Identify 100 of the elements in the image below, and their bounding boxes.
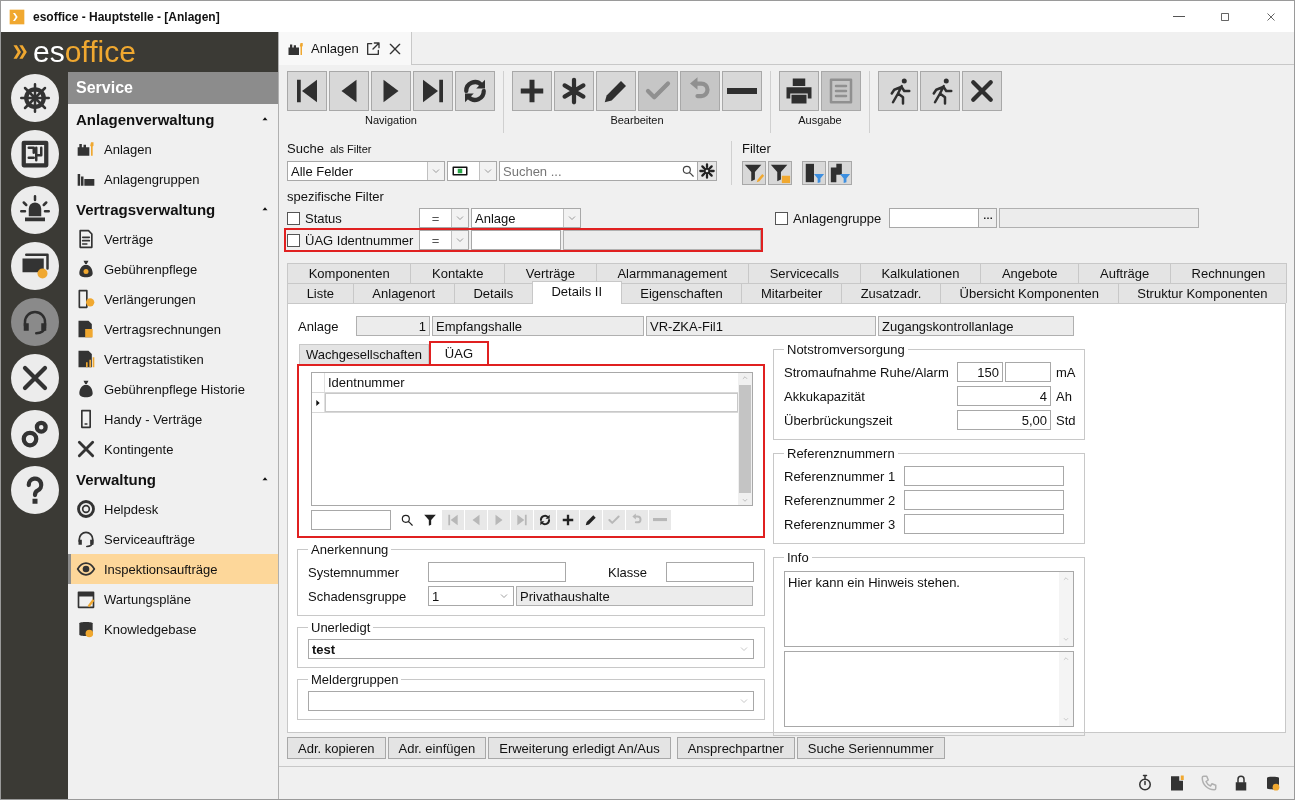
filter-button[interactable] (828, 161, 852, 185)
filter-checkbox[interactable]: ÜAG Identnummer (287, 232, 417, 248)
grid-nav-button[interactable] (580, 510, 602, 530)
action-button[interactable]: Adr. einfügen (387, 737, 487, 759)
browse-button[interactable] (979, 208, 997, 228)
stopwatch-icon[interactable] (1136, 774, 1154, 792)
module-button[interactable] (10, 130, 59, 178)
filter-button[interactable] (768, 161, 792, 185)
toolbar-button[interactable] (779, 71, 819, 111)
value-field[interactable] (471, 230, 561, 250)
sidebar-item[interactable]: Handy - Verträge (68, 404, 278, 434)
input-field[interactable] (1005, 362, 1051, 382)
value-select[interactable]: Anlage (471, 208, 581, 228)
buildings-filter-icon (829, 162, 851, 184)
operator-select[interactable]: = (419, 208, 469, 228)
sidebar-item[interactable]: Wartungspläne (68, 584, 278, 614)
sidebar-item[interactable]: Helpdesk (68, 494, 278, 524)
sidebar-item[interactable]: Serviceaufträge (68, 524, 278, 554)
building-icon[interactable] (1168, 774, 1186, 792)
toolbar-button[interactable] (455, 71, 495, 111)
module-button[interactable] (10, 74, 59, 122)
input-field[interactable] (904, 514, 1064, 534)
tab[interactable]: Struktur Komponenten (1117, 283, 1288, 303)
action-button[interactable]: Suche Seriennummer (796, 737, 945, 759)
sidebar-item[interactable]: Kontingente (68, 434, 278, 464)
grid-nav-button[interactable] (534, 510, 556, 530)
document-tab[interactable]: Anlagen (279, 32, 412, 65)
tab[interactable]: Mitarbeiter (741, 283, 842, 303)
open-items-select[interactable]: test (308, 639, 754, 659)
tab[interactable]: Eigenschaften (620, 283, 743, 303)
module-button[interactable] (10, 410, 59, 458)
group-heading: Anlagenverwaltung (76, 110, 215, 128)
tab[interactable]: Details II (531, 281, 622, 304)
tab[interactable]: Liste (287, 283, 354, 303)
module-button[interactable] (10, 242, 59, 290)
tab[interactable]: Verträge (504, 263, 597, 283)
tab[interactable]: Komponenten (287, 263, 412, 283)
module-button[interactable] (10, 466, 59, 514)
toolbar-button[interactable] (329, 71, 369, 111)
tab[interactable]: Details (453, 283, 533, 303)
tab[interactable]: Anlagenort (352, 283, 455, 303)
tab[interactable]: Wachgesellschaften (299, 344, 429, 364)
popout-icon[interactable] (364, 40, 381, 57)
input-field[interactable]: 4 (957, 386, 1051, 406)
sidebar-item[interactable]: Knowledgebase (68, 614, 278, 644)
tab[interactable]: Alarmmanagement (595, 263, 749, 283)
tab[interactable]: Zusatzadr. (841, 283, 941, 303)
module-button[interactable] (10, 186, 59, 234)
tab[interactable]: Kalkulationen (859, 263, 982, 283)
filter-checkbox[interactable]: Status (287, 210, 417, 226)
sidebar-item[interactable]: Anlagen (68, 134, 278, 164)
input-field[interactable] (666, 562, 754, 582)
search-settings-button[interactable] (697, 161, 717, 181)
tab[interactable]: Kontakte (410, 263, 506, 283)
input-field[interactable] (904, 490, 1064, 510)
sidebar-item[interactable]: Verträge (68, 224, 278, 254)
sidebar-item[interactable]: Gebührenpflege (68, 254, 278, 284)
sidebar-item[interactable]: Verlängerungen (68, 284, 278, 314)
filter-checkbox[interactable]: Anlagengruppe (775, 210, 887, 226)
input-field[interactable] (428, 562, 566, 582)
group-field[interactable] (889, 208, 979, 228)
sidebar-item[interactable]: Inspektionsaufträge (68, 554, 278, 584)
damage-group-select[interactable]: 1 (428, 586, 514, 606)
sidebar-item[interactable]: Gebührenpflege Historie (68, 374, 278, 404)
input-field[interactable]: 5,00 (957, 410, 1051, 430)
toolbar-button[interactable] (554, 71, 594, 111)
toolbar-button[interactable] (596, 71, 636, 111)
toolbar-button[interactable] (878, 71, 918, 111)
find-field[interactable] (311, 510, 391, 530)
tab[interactable]: Servicecalls (747, 263, 861, 283)
tab[interactable]: Aufträge (1078, 263, 1171, 283)
toolbar-button[interactable] (962, 71, 1002, 111)
toolbar-button[interactable] (413, 71, 453, 111)
tab[interactable]: Übersicht Komponenten (939, 283, 1119, 303)
sidebar-item[interactable]: Vertragstatistiken (68, 344, 278, 374)
sidebar-item[interactable]: Anlagengruppen (68, 164, 278, 194)
toolbar-button[interactable] (722, 71, 762, 111)
toolbar-button[interactable] (512, 71, 552, 111)
filter-button[interactable] (742, 161, 766, 185)
toolbar-button[interactable] (371, 71, 411, 111)
module-button[interactable] (10, 354, 59, 402)
operator-select[interactable]: = (419, 230, 469, 250)
sidebar-item[interactable]: Vertragsrechnungen (68, 314, 278, 344)
search-field[interactable]: Suchen ... (499, 161, 699, 181)
tab[interactable]: ÜAG (428, 341, 490, 364)
field-select[interactable]: Alle Felder (287, 161, 445, 181)
search-mode-select[interactable] (447, 161, 497, 181)
tab[interactable]: Rechnungen (1169, 263, 1288, 283)
grid-nav-button[interactable] (557, 510, 579, 530)
headset-icon (76, 529, 96, 549)
toolbar-button[interactable] (920, 71, 960, 111)
action-button[interactable]: Ansprechpartner (676, 737, 795, 759)
toolbar-button[interactable] (287, 71, 327, 111)
filter-button[interactable] (802, 161, 826, 185)
action-button[interactable]: Adr. kopieren (287, 737, 386, 759)
table-cell[interactable] (325, 393, 738, 412)
tab[interactable]: Angebote (980, 263, 1080, 283)
input-field[interactable] (904, 466, 1064, 486)
action-button[interactable]: Erweiterung erledigt An/Aus (488, 737, 671, 759)
input-field[interactable]: 150 (957, 362, 1003, 382)
